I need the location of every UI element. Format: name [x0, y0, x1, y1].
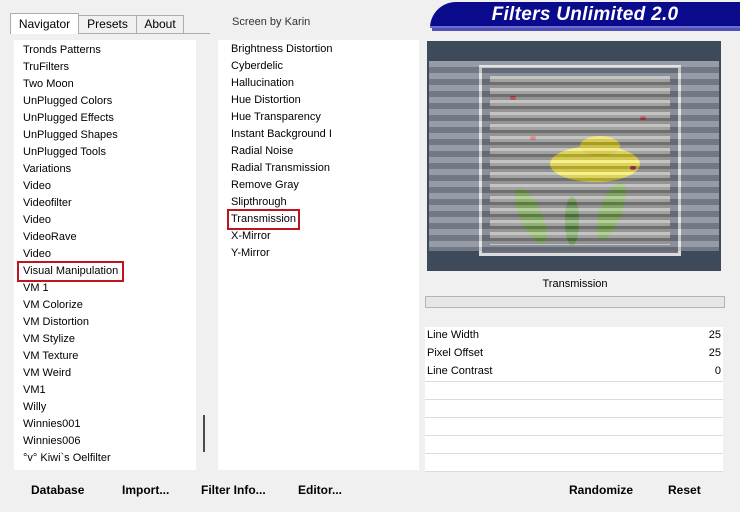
filter-item[interactable]: Brightness Distortion: [231, 41, 333, 58]
filter-item[interactable]: Slipthrough: [231, 194, 287, 211]
category-item[interactable]: VM Distortion: [23, 314, 89, 331]
filter-info-button[interactable]: Filter Info...: [201, 481, 266, 499]
filter-item[interactable]: Y-Mirror: [231, 245, 270, 262]
filter-item[interactable]: Cyberdelic: [231, 58, 283, 75]
category-item[interactable]: UnPlugged Tools: [23, 144, 106, 161]
filter-item[interactable]: Instant Background I: [231, 126, 332, 143]
param-row[interactable]: Line Contrast 0: [425, 363, 723, 382]
preview-filter-name: Transmission: [542, 278, 608, 290]
import-button[interactable]: Import...: [122, 481, 169, 499]
category-item[interactable]: VM1: [23, 382, 46, 399]
category-item[interactable]: UnPlugged Shapes: [23, 127, 118, 144]
filter-item[interactable]: Hue Transparency: [231, 109, 321, 126]
category-item[interactable]: Visual Manipulation: [16, 261, 125, 282]
category-item[interactable]: °v° Kiwi`s Oelfilter: [23, 450, 111, 467]
randomize-button[interactable]: Randomize: [569, 481, 633, 499]
param-row-empty: [425, 436, 723, 454]
category-item[interactable]: Video: [23, 178, 51, 195]
app-logo: Filters Unlimited 2.0: [430, 2, 740, 28]
param-row-empty: [425, 454, 723, 472]
category-item[interactable]: UnPlugged Effects: [23, 110, 114, 127]
preview-image: [427, 41, 721, 271]
category-list[interactable]: Tronds Patterns TruFilters Two Moon UnPlugg…: [14, 40, 212, 470]
category-scrollbar-thumb[interactable]: [203, 415, 205, 452]
param-label: Pixel Offset: [427, 347, 484, 359]
filter-list[interactable]: Brightness Distortion Cyberdelic Hallucina…: [218, 40, 419, 470]
backdrop-stripes: [429, 61, 719, 251]
filter-item[interactable]: Remove Gray: [231, 177, 299, 194]
category-item[interactable]: TruFilters: [23, 59, 69, 76]
category-item[interactable]: Video: [23, 246, 51, 263]
category-item[interactable]: Variations: [23, 161, 71, 178]
filter-item[interactable]: Hue Distortion: [231, 92, 301, 109]
category-item[interactable]: UnPlugged Colors: [23, 93, 112, 110]
filter-item[interactable]: Hallucination: [231, 75, 294, 92]
logo-underline: [432, 28, 740, 31]
editor-button[interactable]: Editor...: [298, 481, 342, 499]
filter-item[interactable]: Radial Transmission: [231, 160, 330, 177]
param-row[interactable]: Line Width 25: [425, 327, 723, 346]
param-row-empty: [425, 382, 723, 400]
param-label: Line Contrast: [427, 365, 493, 377]
credit-text: Screen by Karin: [232, 16, 311, 28]
category-item[interactable]: Tronds Patterns: [23, 42, 101, 59]
progress-bar: [425, 296, 725, 308]
category-item[interactable]: VM Texture: [23, 348, 78, 365]
filter-item[interactable]: Radial Noise: [231, 143, 293, 160]
category-item[interactable]: Winnies001: [23, 416, 80, 433]
param-value[interactable]: 25: [709, 347, 721, 359]
reset-button[interactable]: Reset: [668, 481, 701, 499]
param-row[interactable]: Pixel Offset 25: [425, 345, 723, 364]
tab-navigator[interactable]: Navigator: [10, 13, 79, 34]
tab-presets[interactable]: Presets: [77, 15, 138, 33]
category-item[interactable]: VM Colorize: [23, 297, 83, 314]
logo-text: Filters Unlimited 2.0: [491, 4, 679, 25]
category-scrollbar[interactable]: [196, 40, 212, 470]
category-item[interactable]: Willy: [23, 399, 46, 416]
preview-backdrop: [429, 61, 719, 256]
category-item[interactable]: VM Stylize: [23, 331, 75, 348]
database-button[interactable]: Database: [31, 481, 84, 499]
param-value[interactable]: 0: [715, 365, 721, 377]
category-item[interactable]: Winnies006: [23, 433, 80, 450]
category-item[interactable]: Video: [23, 212, 51, 229]
tab-about[interactable]: About: [136, 15, 184, 33]
param-value[interactable]: 25: [709, 329, 721, 341]
category-item[interactable]: VideoRave: [23, 229, 77, 246]
category-item[interactable]: VM Weird: [23, 365, 71, 382]
category-item[interactable]: Videofilter: [23, 195, 72, 212]
filter-item[interactable]: Transmission: [227, 209, 300, 230]
param-label: Line Width: [427, 329, 479, 341]
param-row-empty: [425, 418, 723, 436]
param-row-empty: [425, 400, 723, 418]
category-item[interactable]: Two Moon: [23, 76, 74, 93]
category-item[interactable]: VM 1: [23, 280, 49, 297]
filter-item[interactable]: X-Mirror: [231, 228, 271, 245]
